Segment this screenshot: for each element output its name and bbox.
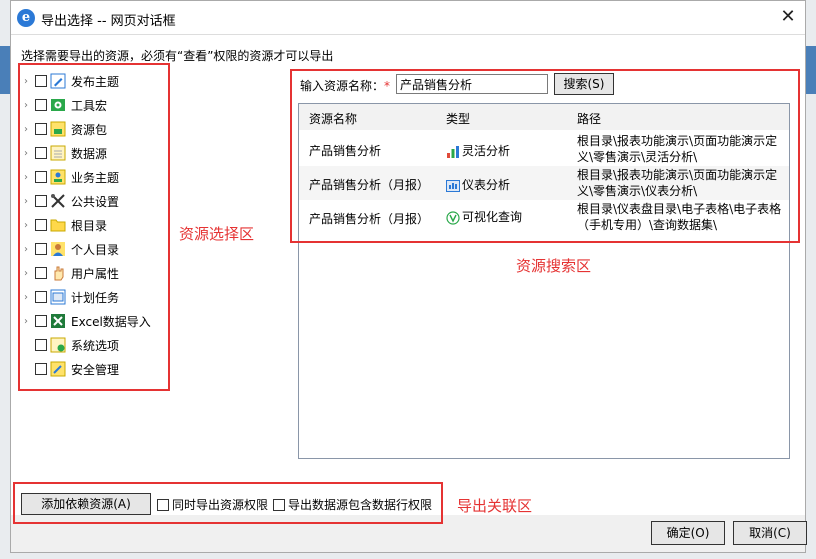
- window-title: 导出选择 -- 网页对话框: [41, 14, 176, 29]
- dialog-content: 选择需要导出的资源，必须有“查看”权限的资源才可以导出 › 发布主题 › 工具宏 › 资源…: [11, 35, 805, 515]
- close-button[interactable]: ✕: [777, 6, 799, 28]
- export-related-highlight: [13, 482, 443, 524]
- title-bar[interactable]: e 导出选择 -- 网页对话框 ✕: [11, 1, 805, 35]
- parent-page-left-strip: [0, 46, 10, 94]
- export-related-annotation: 导出关联区: [457, 497, 533, 515]
- resource-select-highlight: [18, 63, 170, 391]
- cancel-button[interactable]: 取消(C): [733, 521, 807, 545]
- resource-select-annotation: 资源选择区: [179, 225, 255, 243]
- ok-button[interactable]: 确定(O): [651, 521, 725, 545]
- export-dialog: e 导出选择 -- 网页对话框 ✕ 选择需要导出的资源，必须有“查看”权限的资源…: [10, 0, 807, 553]
- resource-search-highlight: [290, 69, 800, 243]
- parent-page-right-strip: [806, 46, 816, 94]
- resource-search-annotation: 资源搜索区: [516, 257, 592, 275]
- instruction-text: 选择需要导出的资源，必须有“查看”权限的资源才可以导出: [21, 49, 334, 63]
- ie-icon: e: [17, 9, 35, 27]
